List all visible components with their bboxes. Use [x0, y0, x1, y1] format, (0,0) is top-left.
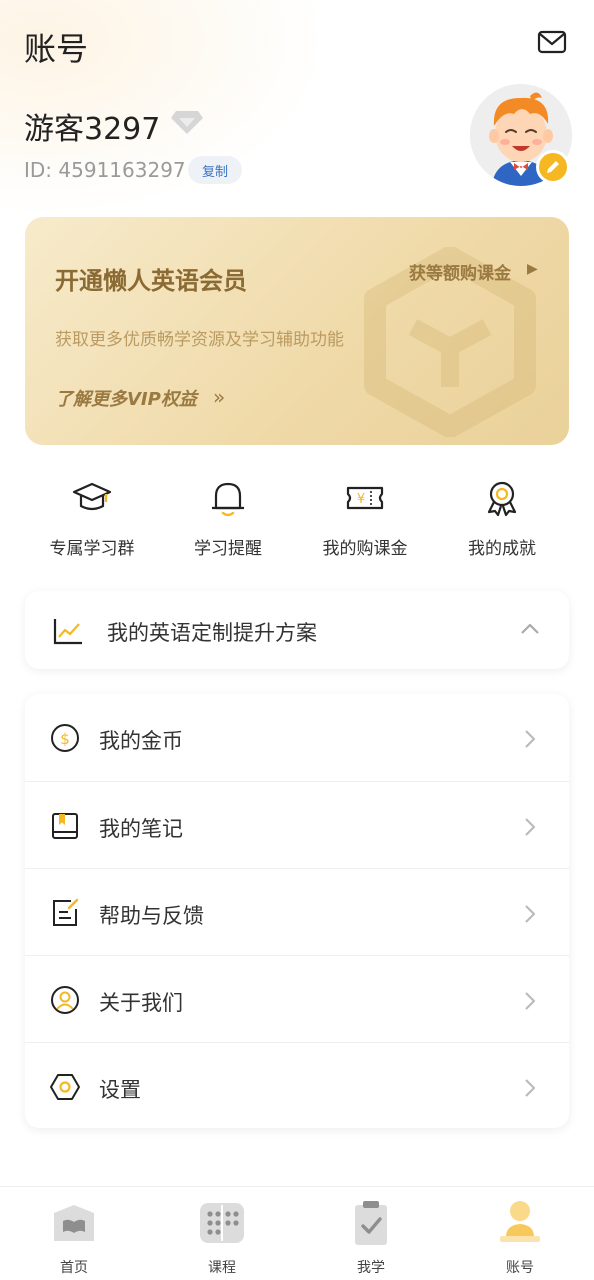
- quick-action-label: 专属学习群: [49, 539, 135, 559]
- medal-icon: [487, 481, 517, 517]
- menu-item-coins[interactable]: $ 我的金币: [25, 694, 569, 781]
- quick-action-reminder[interactable]: 学习提醒: [158, 472, 298, 572]
- quick-action-study-group[interactable]: 专属学习群: [22, 472, 162, 572]
- svg-text:¥: ¥: [357, 492, 365, 507]
- chevron-up-icon[interactable]: [519, 621, 541, 637]
- vip-title: 开通懒人英语会员: [55, 267, 247, 295]
- username: 游客3297: [24, 112, 161, 147]
- chevron-right-icon: [525, 1079, 536, 1097]
- edit-avatar-button[interactable]: [536, 150, 570, 184]
- tab-label: 我学: [357, 1260, 385, 1276]
- notebook-icon: [52, 813, 78, 839]
- page-title: 账号: [24, 30, 89, 68]
- quick-action-label: 我的成就: [468, 539, 536, 559]
- quick-action-label: 学习提醒: [194, 539, 262, 559]
- feedback-icon: [53, 898, 79, 926]
- coin-icon: $: [51, 724, 79, 752]
- account-icon: [500, 1201, 540, 1242]
- menu-item-notes[interactable]: 我的笔记: [25, 781, 569, 868]
- tab-account[interactable]: 账号: [446, 1187, 594, 1280]
- graduation-cap-icon: [72, 482, 112, 511]
- menu-item-label: 我的金币: [99, 729, 183, 753]
- tab-label: 首页: [60, 1260, 88, 1276]
- book-icon: [54, 1205, 94, 1241]
- tab-home[interactable]: 首页: [0, 1187, 148, 1280]
- vip-card[interactable]: 开通懒人英语会员 获取更多优质畅学资源及学习辅助功能 了解更多VIP权益 » 获…: [25, 217, 569, 445]
- user-circle-icon: [51, 986, 79, 1014]
- mail-icon[interactable]: [536, 26, 568, 58]
- chevron-right-icon: [525, 730, 536, 748]
- quick-action-achievement[interactable]: 我的成就: [432, 472, 572, 572]
- user-id: ID: 4591163297: [24, 158, 186, 182]
- vip-voucher-link[interactable]: 获等额购课金: [409, 259, 511, 284]
- bell-icon: [212, 482, 244, 517]
- chevron-right-icon: [525, 905, 536, 923]
- menu-item-label: 帮助与反馈: [99, 904, 204, 928]
- menu-item-label: 设置: [99, 1078, 141, 1102]
- menu-list: $ 我的金币 我的笔记 帮助与反馈 关于我们 设置: [25, 694, 569, 1128]
- menu-item-about[interactable]: 关于我们: [25, 955, 569, 1042]
- tab-courses[interactable]: 课程: [148, 1187, 296, 1280]
- grid-icon: [200, 1203, 244, 1243]
- plan-card[interactable]: 我的英语定制提升方案: [25, 591, 569, 669]
- ticket-icon: ¥: [346, 486, 384, 510]
- tab-label: 账号: [506, 1260, 534, 1276]
- header: 账号: [0, 0, 594, 90]
- quick-action-voucher[interactable]: ¥ 我的购课金: [295, 472, 435, 572]
- quick-action-label: 我的购课金: [322, 539, 408, 559]
- vip-benefits-link[interactable]: 了解更多VIP权益: [55, 385, 197, 411]
- bottom-tab-bar: 首页 课程 我学 账号: [0, 1186, 594, 1280]
- diamond-icon[interactable]: [170, 108, 204, 136]
- menu-item-label: 我的笔记: [99, 817, 183, 841]
- menu-item-feedback[interactable]: 帮助与反馈: [25, 868, 569, 955]
- plan-label: 我的英语定制提升方案: [107, 621, 317, 645]
- tab-my-study[interactable]: 我学: [297, 1187, 445, 1280]
- chevron-right-icon: [525, 992, 536, 1010]
- tab-label: 课程: [208, 1260, 236, 1276]
- triangle-right-icon: ▶: [527, 261, 538, 277]
- line-chart-icon: [53, 619, 82, 645]
- quick-actions: 专属学习群 学习提醒 ¥ 我的购课金 我的成就: [0, 472, 594, 572]
- vip-description: 获取更多优质畅学资源及学习辅助功能: [55, 330, 344, 350]
- clipboard-icon: [355, 1201, 387, 1245]
- copy-id-button[interactable]: 复制: [188, 156, 242, 184]
- settings-icon: [50, 1074, 80, 1100]
- menu-item-settings[interactable]: 设置: [25, 1042, 569, 1129]
- svg-text:$: $: [60, 730, 70, 748]
- menu-item-label: 关于我们: [99, 991, 183, 1015]
- profile-section: 游客3297 ID: 4591163297 复制: [0, 84, 594, 200]
- pencil-icon: [547, 161, 559, 173]
- chevron-right-icon: [525, 818, 536, 836]
- double-chevron-right-icon: »: [213, 385, 226, 409]
